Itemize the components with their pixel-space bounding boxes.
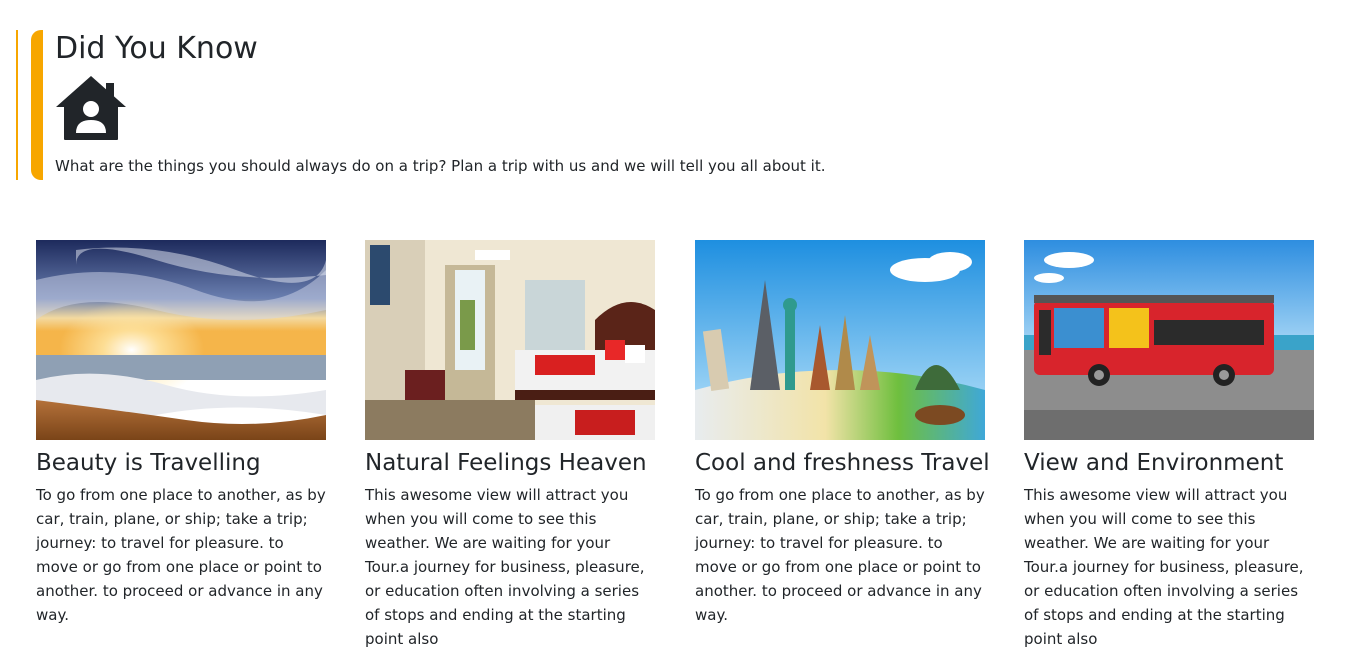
card-text: This awesome view will attract you when … (1024, 486, 1304, 648)
beach-sunset-photo (36, 240, 326, 440)
card-beauty-is-travelling: Beauty is Travelling To go from one plac… (36, 240, 326, 627)
tour-bus-photo (1024, 240, 1314, 440)
card-title: View and Environment (1024, 450, 1284, 476)
house-user-icon (56, 76, 126, 140)
callout-title: Did You Know (55, 31, 258, 66)
card-natural-feelings-heaven: Natural Feelings Heaven This awesome vie… (365, 240, 655, 651)
card-view-and-environment: View and Environment This awesome view w… (1024, 240, 1314, 651)
did-you-know-callout: Did You Know What are the things you sho… (16, 30, 1328, 180)
card-title: Cool and freshness Travel (695, 450, 990, 476)
callout-text: What are the things you should always do… (55, 157, 826, 175)
card-text: To go from one place to another, as by c… (695, 486, 985, 624)
callout-accent-bar (31, 30, 43, 180)
callout-accent-line (16, 30, 18, 180)
card-text: To go from one place to another, as by c… (36, 486, 326, 624)
card-title: Beauty is Travelling (36, 450, 261, 476)
card-title: Natural Feelings Heaven (365, 450, 647, 476)
world-landmarks-photo (695, 240, 985, 440)
card-text: This awesome view will attract you when … (365, 486, 645, 648)
card-cool-and-freshness-travel: Cool and freshness Travel To go from one… (695, 240, 990, 627)
hotel-room-photo (365, 240, 655, 440)
